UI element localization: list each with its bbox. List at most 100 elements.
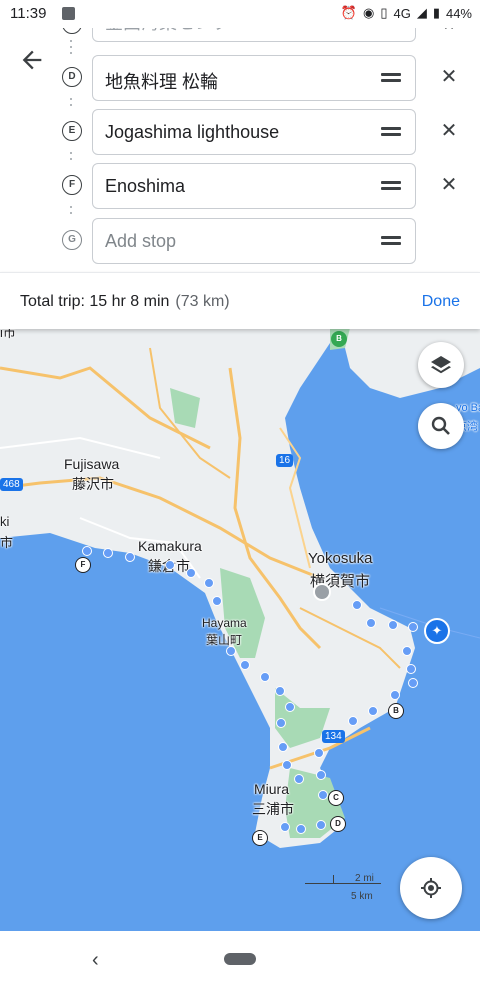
stop-text-f: Enoshima	[105, 176, 186, 196]
alarm-icon: ⏰	[340, 5, 357, 20]
trip-summary: Total trip: 15 hr 8 min (73 km)	[20, 293, 230, 311]
route-dot	[260, 672, 270, 682]
stop-field-d[interactable]: 地魚料理 松輪	[92, 55, 416, 101]
route-dot	[125, 552, 135, 562]
status-time: 11:39	[10, 5, 47, 22]
route-dot	[275, 686, 285, 696]
map-label-edge-left-jp: 市	[0, 535, 14, 550]
stop-marker-g: G	[62, 230, 82, 250]
nav-home-pill[interactable]	[224, 953, 256, 965]
walking-icon[interactable]: ✦	[424, 618, 450, 644]
route-dot	[314, 748, 324, 758]
map-pin-c[interactable]: C	[328, 790, 344, 806]
route-dot	[278, 742, 288, 752]
layers-button[interactable]	[418, 342, 464, 388]
map-view[interactable]: Fujisawa 藤沢市 Kamakura 鎌倉市 Yokosuka 横須賀市 …	[0, 328, 480, 931]
stop-row-add[interactable]: G Add stop	[0, 217, 480, 264]
route-dot	[408, 678, 418, 688]
nav-back-icon[interactable]: ‹	[92, 949, 99, 972]
drag-handle-icon[interactable]	[381, 235, 401, 245]
route-dot	[296, 824, 306, 834]
route-dot	[316, 770, 326, 780]
network-label: 4G	[393, 5, 411, 21]
road-shield-468: 468	[0, 478, 23, 491]
route-dot	[165, 560, 175, 570]
stop-row-d[interactable]: D 地魚料理 松輪 ✕	[0, 54, 480, 101]
route-dot	[348, 716, 358, 726]
battery-percent: 44%	[445, 5, 472, 21]
directions-panel: 金田海業センター ✕ D 地魚料理 松輪 ✕ E Jogashima light…	[0, 0, 480, 329]
stop-marker-d: D	[62, 67, 82, 87]
stop-field-e[interactable]: Jogashima lighthouse	[92, 109, 416, 155]
remove-stop-icon[interactable]: ✕	[438, 66, 460, 88]
road-shield-16: 16	[276, 454, 294, 467]
stop-marker-f: F	[62, 175, 82, 195]
remove-stop-icon[interactable]: ✕	[438, 120, 460, 142]
battery-icon: ▮	[432, 5, 440, 20]
road-shield-134: 134	[322, 730, 345, 743]
route-dot	[285, 702, 295, 712]
route-dot	[316, 820, 326, 830]
route-dot	[408, 622, 418, 632]
route-dot	[186, 568, 196, 578]
route-dot	[406, 664, 416, 674]
route-dot	[240, 660, 250, 670]
layers-icon	[431, 356, 451, 374]
search-button[interactable]	[418, 403, 464, 449]
map-label-miura-jp: 三浦市	[252, 801, 294, 817]
map-label-fujisawa: Fujisawa	[64, 456, 120, 472]
system-nav-bar: ‹	[0, 931, 480, 987]
search-icon	[431, 416, 450, 435]
route-dot	[212, 596, 222, 606]
route-dot	[352, 600, 362, 610]
my-location-button[interactable]	[400, 857, 462, 919]
drag-handle-icon[interactable]	[381, 180, 401, 190]
map-pin-e[interactable]: E	[252, 830, 268, 846]
trip-duration: Total trip: 15 hr 8 min	[20, 293, 170, 310]
route-dot	[402, 646, 412, 656]
remove-stop-icon[interactable]: ✕	[438, 174, 460, 196]
map-label-edge-top: i市	[0, 328, 16, 340]
route-dot	[318, 790, 328, 800]
route-dot	[390, 690, 400, 700]
stop-row-e[interactable]: E Jogashima lighthouse ✕	[0, 108, 480, 155]
scale-km: 5 km	[351, 891, 373, 902]
done-button[interactable]: Done	[422, 293, 460, 311]
route-dot	[82, 546, 92, 556]
location-icon: ◉	[362, 5, 375, 20]
route-dot	[103, 548, 113, 558]
place-marker[interactable]	[313, 583, 331, 601]
route-dot	[226, 646, 236, 656]
drag-handle-icon[interactable]	[381, 72, 401, 82]
scale-mi: 2 mi	[355, 873, 374, 884]
map-label-hayama: Hayama	[202, 616, 247, 630]
trip-summary-bar: Total trip: 15 hr 8 min (73 km) Done	[0, 272, 480, 329]
status-bar: 11:39 ⏰ ◉ ▯ 4G ◢ ▮ 44%	[0, 0, 480, 28]
route-dot	[276, 718, 286, 728]
add-stop-placeholder: Add stop	[105, 231, 177, 251]
stop-marker-e: E	[62, 121, 82, 141]
route-dot	[294, 774, 304, 784]
route-dot	[368, 706, 378, 716]
stop-text-d: 地魚料理 松輪	[105, 72, 219, 92]
stop-field-f[interactable]: Enoshima	[92, 163, 416, 209]
vibrate-icon: ▯	[380, 5, 388, 20]
drag-handle-icon[interactable]	[381, 126, 401, 136]
map-pin-d[interactable]: D	[330, 816, 346, 832]
route-dot	[204, 578, 214, 588]
map-scale: 2 mi 5 km	[305, 873, 381, 902]
route-dot	[280, 822, 290, 832]
status-icons: ⏰ ◉ ▯ 4G ◢ ▮ 44%	[341, 5, 472, 21]
map-pin-b[interactable]: B	[388, 703, 404, 719]
map-pin-f[interactable]: F	[75, 557, 91, 573]
route-dot	[388, 620, 398, 630]
stop-row-f[interactable]: F Enoshima ✕	[0, 162, 480, 209]
add-stop-field[interactable]: Add stop	[92, 218, 416, 264]
map-label-edge-left: ki	[0, 514, 10, 529]
map-pin-b-top[interactable]: B	[331, 331, 347, 347]
signal-icon: ◢	[416, 5, 427, 20]
stop-text-e: Jogashima lighthouse	[105, 122, 280, 142]
map-label-fujisawa-jp: 藤沢市	[72, 476, 114, 492]
map-label-yokosuka: Yokosuka	[308, 550, 373, 567]
route-dot	[366, 618, 376, 628]
